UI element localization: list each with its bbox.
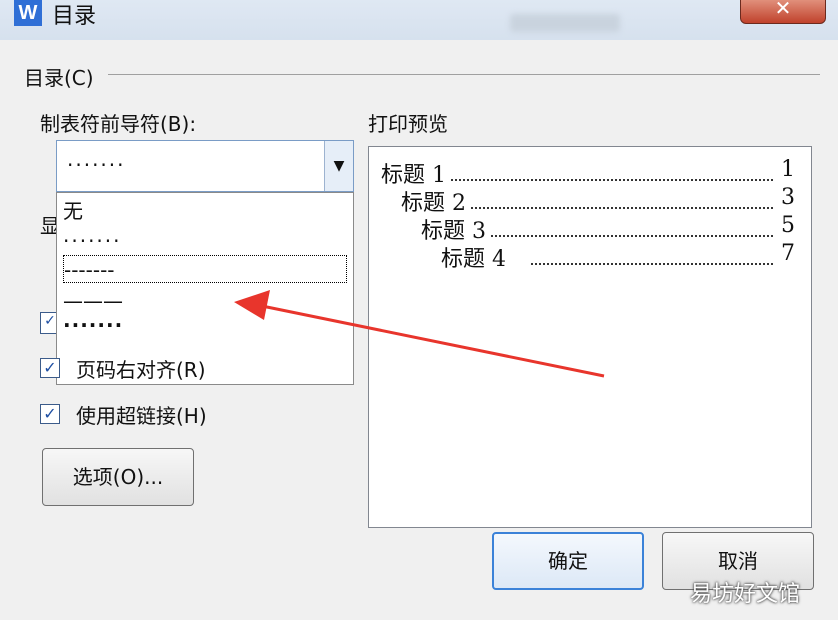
red-arrow-annotation	[234, 290, 605, 378]
arrow-head	[234, 290, 270, 320]
arrow-shaft	[261, 304, 605, 378]
